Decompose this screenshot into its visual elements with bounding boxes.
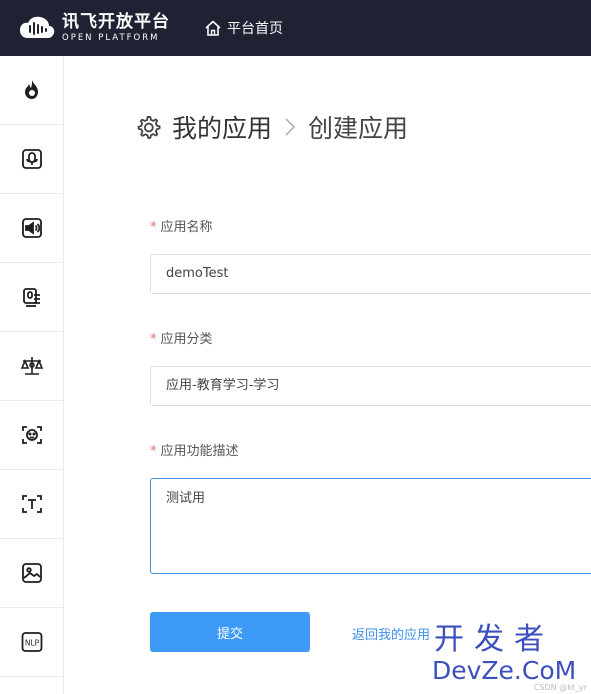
sidebar-item-face[interactable] [0,401,63,470]
required-mark: * [150,332,157,347]
home-link[interactable]: 平台首页 [204,18,283,38]
app-category-select[interactable]: 应用-教育学习-学习 [150,366,591,406]
face-recognition-icon [21,426,42,444]
logo-subtitle: OPEN PLATFORM [62,32,160,43]
app-name-label: * 应用名称 [150,220,213,235]
watermark-credit: CSDN @kt_yr [533,683,587,692]
page-title: 创建应用 [308,114,409,143]
gear-icon [137,115,161,139]
sidebar-item-nlp[interactable]: NLP [0,608,63,677]
top-navbar: 讯飞开放平台 OPEN PLATFORM 平台首页 [0,0,591,56]
app-category-label: * 应用分类 [150,332,213,347]
balance-scale-icon [20,357,43,375]
breadcrumb: 我的应用 创建应用 [135,108,408,146]
logo[interactable]: 讯飞开放平台 OPEN PLATFORM [18,13,170,44]
watermark-cn: 开发者 [434,622,554,657]
required-mark: * [150,444,157,459]
sidebar-item-hot[interactable] [0,56,63,125]
sidebar-item-balance[interactable] [0,332,63,401]
flame-icon [24,80,38,99]
speech-synthesis-icon [21,218,42,238]
watermark-en: DevZe.CoM [432,656,577,685]
sidebar-item-voice-doc[interactable] [0,263,63,332]
voice-doc-icon [22,288,40,307]
watermark: 开发者 DevZe.CoM CSDN @kt_yr [432,624,591,694]
app-description-label: * 应用功能描述 [150,444,239,459]
nlp-icon: NLP [21,632,42,652]
back-to-my-apps-link[interactable]: 返回我的应用 [352,624,430,643]
sidebar-item-speech-synthesis[interactable] [0,194,63,263]
sidebar-item-speech-recognition[interactable] [0,125,63,194]
submit-button[interactable]: 提交 [150,612,310,652]
speech-recognition-icon [21,149,42,169]
required-mark: * [150,220,157,235]
app-name-input[interactable]: demoTest [150,254,591,294]
logo-title: 讯飞开放平台 [62,11,170,32]
text-recognition-icon [21,495,42,513]
sidebar-item-text[interactable] [0,470,63,539]
chevron-right-icon [285,118,296,136]
cloud-logo-icon [20,16,55,38]
nlp-icon-label: NLP [24,639,39,648]
breadcrumb-my-apps[interactable]: 我的应用 [172,109,272,145]
home-icon [205,20,221,36]
sidebar: NLP [0,56,64,694]
app-description-textarea[interactable]: 测试用 [150,478,591,574]
sidebar-item-image[interactable] [0,539,63,608]
home-link-label: 平台首页 [227,21,283,37]
image-icon [21,563,42,583]
